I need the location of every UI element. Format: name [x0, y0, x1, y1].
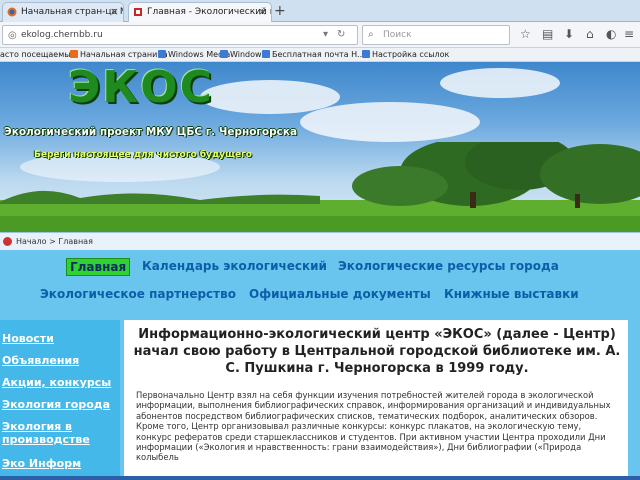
sidebar-item-announcements[interactable]: Объявления	[2, 354, 79, 367]
bookmark-free-mail[interactable]: Бесплатная почта H...	[262, 48, 365, 61]
nav-official-documents[interactable]: Официальные документы	[249, 287, 431, 301]
content-area: Новости Объявления Акции, конкурсы Эколо…	[0, 316, 640, 480]
breadcrumb-path[interactable]: Начало > Главная	[16, 233, 93, 250]
site-logo[interactable]: ЭКОС	[68, 62, 214, 113]
nav-eco-partnership[interactable]: Экологическое партнерство	[40, 287, 236, 301]
tab-ecos-home[interactable]: Главная - Экологический ин... ×	[128, 2, 272, 22]
windows-icon	[158, 50, 166, 58]
navigation-bar: ◎ ekolog.chernbb.ru ▾ ↻ ⌕ Поиск ☆ ▤ ⬇ ⌂ …	[0, 22, 640, 48]
tab-strip: Начальная стран-ца Mozilla ... × Главная…	[0, 0, 640, 22]
close-tab-icon[interactable]: ×	[110, 3, 119, 21]
reload-icon[interactable]: ↻	[337, 29, 345, 40]
bookmark-start-page[interactable]: Начальная страница	[70, 48, 168, 61]
home-icon[interactable]	[3, 237, 12, 246]
search-icon: ⌕	[368, 29, 374, 40]
bookmark-customize-links[interactable]: Настройка ссылок	[362, 48, 449, 61]
pocket-icon[interactable]: ◐	[606, 28, 616, 40]
tab-title: Начальная стран-ца Mozilla ...	[21, 7, 123, 17]
nav-eco-calendar[interactable]: Календарь экологический	[142, 259, 327, 273]
tab-title: Главная - Экологический ин...	[147, 7, 271, 17]
article-body: Первоначально Центр взял на себя функции…	[136, 390, 611, 463]
main-navigation: Главная Календарь экологический Экологич…	[0, 250, 640, 316]
tab-start-page[interactable]: Начальная стран-ца Mozilla ... ×	[2, 2, 124, 22]
taskbar-edge	[0, 476, 640, 480]
sidebar-item-eco-inform[interactable]: Эко Информ	[2, 457, 81, 470]
download-icon[interactable]: ⬇	[564, 28, 574, 40]
star-icon[interactable]: ☆	[520, 28, 531, 40]
address-bar[interactable]: ◎ ekolog.chernbb.ru ▾ ↻	[2, 25, 358, 45]
sidebar-item-production-ecology-line2[interactable]: производстве	[2, 433, 90, 446]
windows-icon	[262, 50, 270, 58]
url-text: ekolog.chernbb.ru	[21, 30, 103, 40]
article-title: Информационно-экологический центр «ЭКОС»…	[133, 327, 621, 376]
bookmark-most-visited[interactable]: асто посещаемые	[0, 48, 75, 61]
site-slogan: Береги настоящее для чистого будущего	[34, 150, 252, 160]
bookmark-windows[interactable]: Windows	[220, 48, 266, 61]
sidebar: Новости Объявления Акции, конкурсы Эколо…	[0, 320, 120, 480]
breadcrumb: Начало > Главная	[0, 232, 640, 250]
reading-list-icon[interactable]: ▤	[542, 28, 553, 40]
close-tab-icon[interactable]: ×	[258, 3, 267, 21]
bookmarks-bar: асто посещаемые Начальная страница Windo…	[0, 48, 640, 62]
page-icon	[134, 8, 142, 16]
windows-icon	[220, 50, 228, 58]
site-header-banner: ЭКОС Экологический проект МКУ ЦБС г. Чер…	[0, 62, 640, 232]
search-box[interactable]: ⌕ Поиск	[362, 25, 510, 45]
sidebar-item-city-ecology[interactable]: Экология города	[2, 398, 110, 411]
site-subtitle: Экологический проект МКУ ЦБС г. Черногор…	[4, 126, 298, 138]
sidebar-item-news[interactable]: Новости	[2, 332, 54, 345]
new-tab-button[interactable]: +	[274, 4, 286, 18]
search-placeholder: Поиск	[383, 30, 412, 40]
firefox-icon	[70, 50, 78, 58]
globe-icon: ◎	[8, 30, 17, 41]
nav-book-exhibitions[interactable]: Книжные выставки	[444, 287, 579, 301]
firefox-icon	[7, 7, 17, 17]
dropdown-arrow-icon[interactable]: ▾	[323, 29, 328, 40]
home-icon[interactable]: ⌂	[586, 28, 594, 40]
main-article: Информационно-экологический центр «ЭКОС»…	[124, 320, 628, 480]
windows-icon	[362, 50, 370, 58]
nav-home[interactable]: Главная	[66, 258, 131, 276]
sidebar-item-actions-contests[interactable]: Акции, конкурсы	[2, 376, 111, 389]
sidebar-item-production-ecology[interactable]: Экология в	[2, 420, 72, 433]
menu-icon[interactable]: ≡	[624, 28, 634, 40]
nav-eco-resources[interactable]: Экологические ресурсы города	[338, 259, 559, 273]
